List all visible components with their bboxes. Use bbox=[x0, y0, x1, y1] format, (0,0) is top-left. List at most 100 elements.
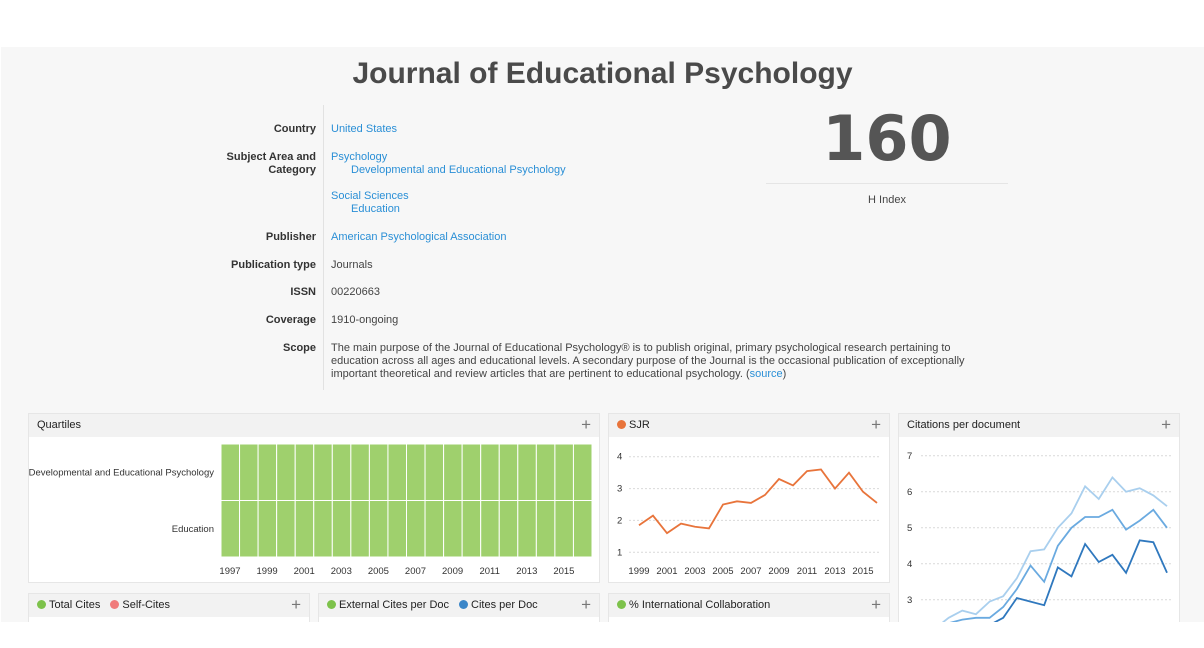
x-tick-label: 2015 bbox=[553, 566, 574, 577]
subject-label: Subject Area and Category bbox=[226, 151, 316, 176]
sjr-title: SJR bbox=[629, 419, 650, 431]
citations-series-line bbox=[993, 539, 1168, 622]
sjr-panel: SJR + 1 2 3 4 1999 2001 2003 2005 2007 2009 2011 20… bbox=[608, 413, 890, 583]
quartile-cell bbox=[424, 500, 445, 558]
x-tick-label: 1997 bbox=[219, 566, 240, 577]
quartile-cell bbox=[517, 443, 537, 501]
quartile-cell bbox=[443, 443, 463, 501]
publisher-label: Publisher bbox=[265, 231, 316, 243]
y-tick-label: 4 bbox=[617, 452, 622, 463]
issn-value: 00220663 bbox=[331, 286, 380, 298]
quartile-cell bbox=[387, 500, 408, 558]
info-divider bbox=[323, 105, 324, 390]
h-index-label: H Index bbox=[868, 194, 906, 206]
expand-plus-icon[interactable]: + bbox=[1161, 414, 1171, 436]
self-cites-legend: Self-Cites bbox=[122, 599, 171, 611]
scope-end: ) bbox=[782, 368, 787, 380]
quartile-cell bbox=[239, 500, 259, 558]
y-tick-label: 7 bbox=[907, 451, 912, 462]
quartile-cell bbox=[220, 500, 241, 558]
intl-collab-legend-dot bbox=[617, 600, 626, 609]
quartile-cell bbox=[517, 500, 537, 558]
external-cites-legend: External Cites per Doc bbox=[339, 599, 450, 611]
y-tick-label: 4 bbox=[907, 559, 912, 570]
citations-series-line bbox=[949, 508, 1168, 622]
cites-per-doc-legend-dot bbox=[459, 600, 469, 609]
x-tick-label: 2003 bbox=[684, 566, 705, 577]
x-tick-label: 2001 bbox=[656, 566, 677, 577]
journal-page: Journal of Educational Psychology Countr… bbox=[1, 47, 1204, 622]
x-tick-label: 2013 bbox=[824, 566, 845, 577]
h-index-box: 160 H Index bbox=[766, 99, 1008, 206]
quartile-cell bbox=[239, 443, 259, 501]
x-tick-label: 1999 bbox=[628, 566, 649, 577]
quartile-cell bbox=[535, 500, 556, 558]
x-tick-label: 1999 bbox=[257, 566, 278, 577]
quartile-cell bbox=[572, 500, 593, 558]
quartile-cell bbox=[480, 443, 500, 501]
total-cites-panel-header: Total Cites Self-Cites + bbox=[29, 594, 309, 617]
expand-plus-icon[interactable]: + bbox=[871, 594, 881, 616]
intl-collab-legend: % International Collaboration bbox=[629, 599, 771, 611]
citations-panel-header: Citations per document + bbox=[899, 414, 1179, 437]
cites-per-doc-legend: Cites per Doc bbox=[471, 599, 538, 611]
quartile-cell bbox=[480, 500, 500, 558]
x-tick-label: 2011 bbox=[479, 566, 499, 577]
quartile-cell bbox=[368, 500, 389, 558]
expand-plus-icon[interactable]: + bbox=[581, 414, 591, 436]
coverage-label: Coverage bbox=[265, 314, 316, 326]
quartile-cell bbox=[350, 500, 370, 558]
total-cites-legend-dot bbox=[37, 600, 46, 609]
quartile-cell bbox=[406, 443, 426, 501]
quartile-cell bbox=[294, 443, 315, 501]
quartile-cell bbox=[406, 500, 426, 558]
expand-plus-icon[interactable]: + bbox=[871, 414, 881, 436]
quartile-cell bbox=[331, 443, 352, 501]
x-tick-label: 2005 bbox=[368, 566, 389, 577]
category-label: Developmental and Educational Psychology bbox=[29, 467, 214, 478]
sjr-line bbox=[638, 468, 878, 535]
x-tick-label: 2001 bbox=[294, 566, 315, 577]
coverage-value: 1910-ongoing bbox=[331, 314, 399, 326]
quartile-cell bbox=[554, 500, 574, 558]
sjr-panel-header: SJR + bbox=[609, 414, 889, 437]
intl-collab-panel: % International Collaboration + bbox=[608, 593, 890, 622]
x-tick-label: 2005 bbox=[712, 566, 733, 577]
scope-label: Scope bbox=[282, 342, 316, 354]
quartile-cell bbox=[461, 500, 482, 558]
y-tick-label: 2 bbox=[617, 515, 622, 526]
quartile-cell bbox=[257, 500, 278, 558]
quartile-cell bbox=[368, 443, 389, 501]
quartile-cell bbox=[572, 443, 593, 501]
expand-plus-icon[interactable]: + bbox=[581, 594, 591, 616]
quartile-cell bbox=[276, 443, 296, 501]
country-label: Country bbox=[273, 123, 316, 135]
intl-collab-panel-header: % International Collaboration + bbox=[609, 594, 889, 617]
citations-chart: 3 4 5 6 7 bbox=[907, 451, 1171, 622]
external-cites-panel-header: External Cites per Doc Cites per Doc + bbox=[319, 594, 599, 617]
citations-panel: Citations per document + 3 4 5 6 7 bbox=[898, 413, 1180, 622]
h-index-value: 160 bbox=[822, 102, 952, 175]
quartile-cell bbox=[313, 443, 333, 501]
quartiles-title: Quartiles bbox=[37, 419, 82, 431]
y-tick-label: 1 bbox=[617, 547, 622, 558]
publisher-link[interactable]: American Psychological Association bbox=[331, 231, 1001, 244]
total-cites-panel: Total Cites Self-Cites + bbox=[28, 593, 310, 622]
issn-label: ISSN bbox=[290, 286, 316, 298]
quartiles-panel-header: Quartiles + bbox=[29, 414, 599, 437]
quartile-cell bbox=[498, 443, 519, 501]
quartile-cell bbox=[220, 443, 241, 501]
x-tick-label: 2007 bbox=[405, 566, 426, 577]
citations-series-line bbox=[941, 475, 1168, 622]
quartiles-panel: Quartiles + Developmental and Educationa… bbox=[28, 413, 600, 583]
x-tick-label: 2013 bbox=[516, 566, 537, 577]
expand-plus-icon[interactable]: + bbox=[291, 594, 301, 616]
quartile-cell bbox=[535, 443, 556, 501]
sjr-legend-dot bbox=[617, 420, 626, 429]
quartile-cell bbox=[313, 500, 333, 558]
scope-source-link[interactable]: source bbox=[750, 368, 783, 380]
external-cites-legend-dot bbox=[327, 600, 336, 609]
scope-text: The main purpose of the Journal of Educa… bbox=[331, 342, 1001, 381]
quartile-cell bbox=[331, 500, 352, 558]
x-tick-label: 2009 bbox=[442, 566, 463, 577]
